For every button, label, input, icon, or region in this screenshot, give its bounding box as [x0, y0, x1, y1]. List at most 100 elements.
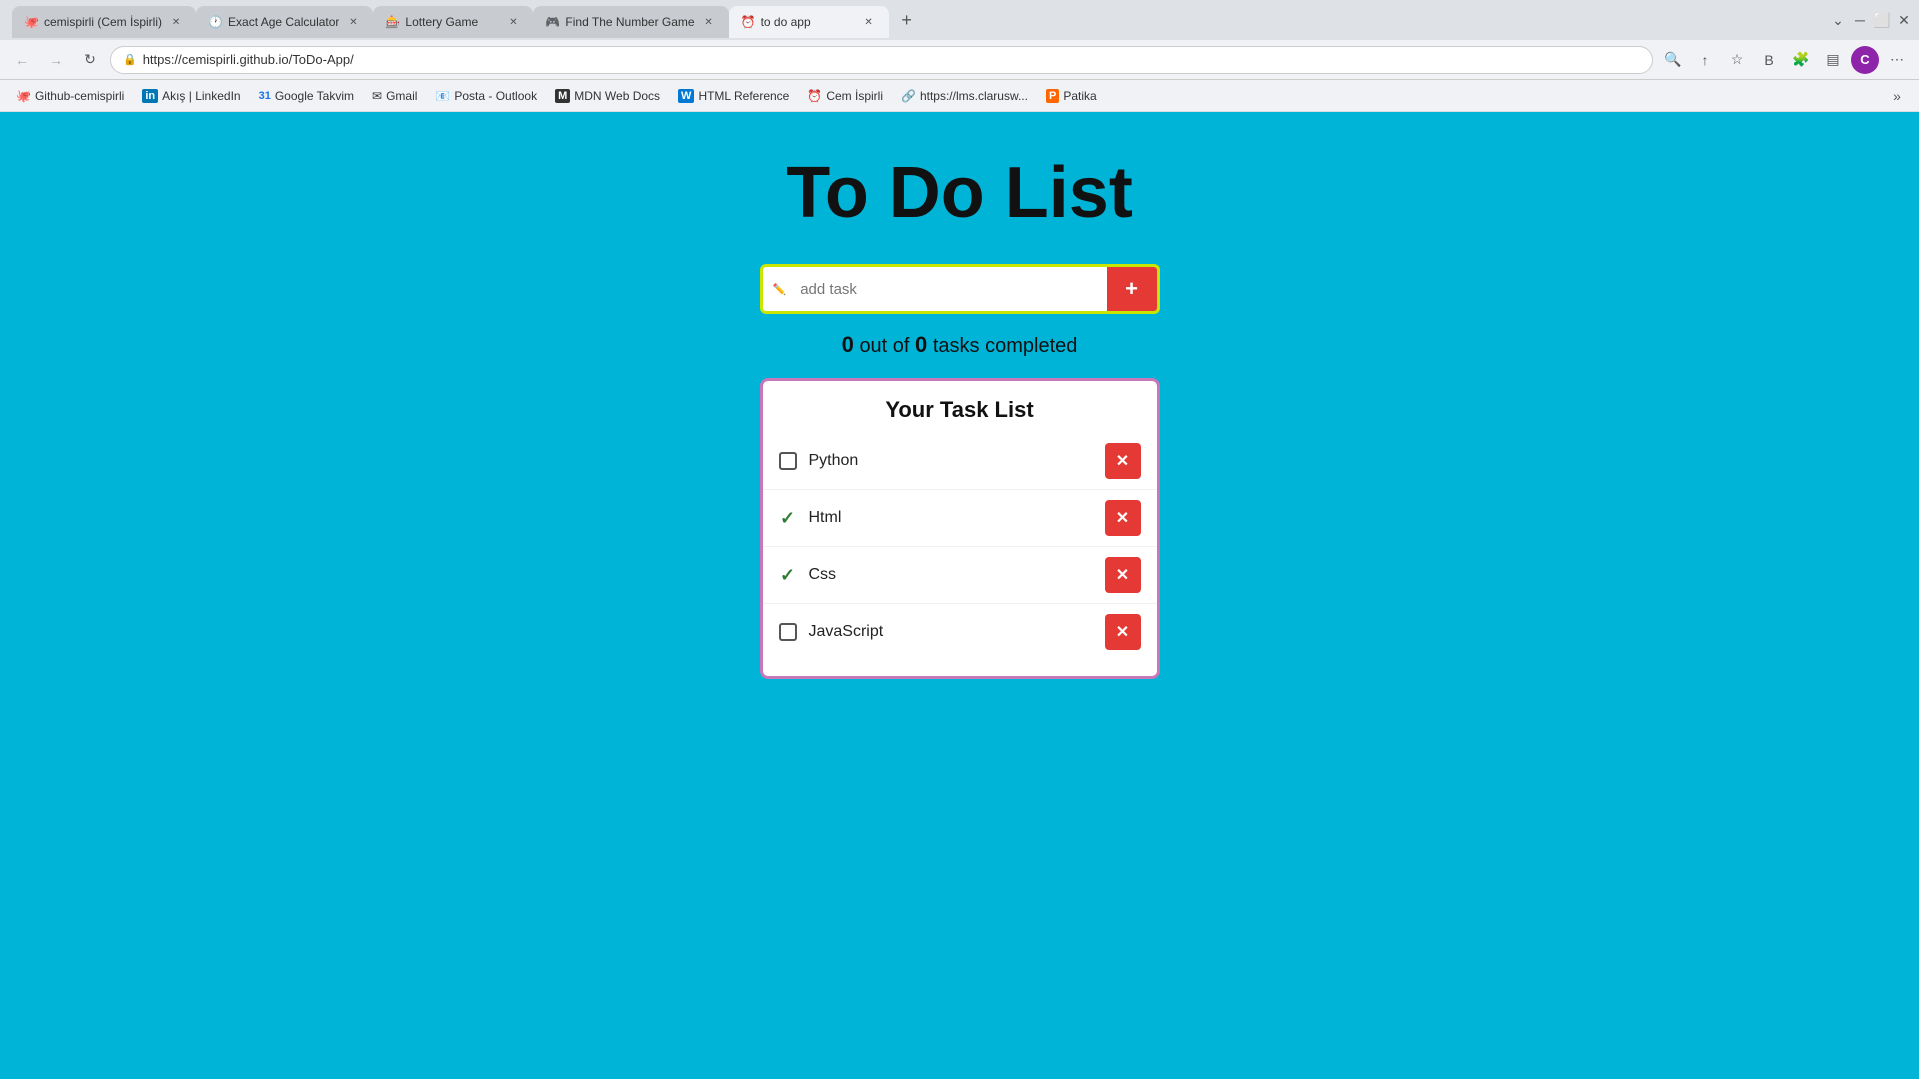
bookmark-favicon-outlook: 📧	[435, 89, 450, 103]
tasks-completed-label: tasks completed	[933, 335, 1078, 357]
maximize-button[interactable]: ⬜	[1875, 13, 1889, 27]
search-icon[interactable]: 🔍	[1659, 46, 1687, 74]
task-input[interactable]	[788, 267, 1106, 311]
extension-icon-bing[interactable]: B	[1755, 46, 1783, 74]
bookmark-favicon-github: 🐙	[16, 89, 31, 103]
menu-icon[interactable]: ⋯	[1883, 46, 1911, 74]
bookmark-favicon-linkedin: in	[142, 89, 158, 103]
tab-github[interactable]: 🐙 cemispirli (Cem İspirli) ✕	[12, 6, 196, 38]
tab-title-lottery: Lottery Game	[405, 15, 499, 29]
task-checkbox-css[interactable]: ✓	[779, 566, 797, 584]
tab-age[interactable]: 🕐 Exact Age Calculator ✕	[196, 6, 373, 38]
bookmark-linkedin[interactable]: in Akış | LinkedIn	[134, 86, 248, 106]
app-title: To Do List	[786, 152, 1133, 234]
tab-overflow: ⌄	[1831, 13, 1845, 27]
delete-button-html[interactable]: ✕	[1105, 500, 1141, 536]
lock-icon: 🔒	[123, 53, 137, 66]
tabs-bar: 🐙 cemispirli (Cem İspirli) ✕ 🕐 Exact Age…	[8, 2, 1831, 38]
bookmark-favicon-clarusw: 🔗	[901, 89, 916, 103]
bookmark-favicon-gmail: ✉	[372, 89, 382, 103]
task-item-python: Python ✕	[763, 433, 1157, 490]
toolbar-icons: 🔍 ↑ ☆ B 🧩 ▤ C ⋯	[1659, 46, 1911, 74]
pencil-icon: ✏️	[763, 283, 787, 296]
task-label-html: Html	[809, 509, 1093, 527]
tab-todo[interactable]: ⏰ to do app ✕	[729, 6, 889, 38]
task-input-row: ✏️ +	[760, 264, 1160, 314]
tab-lottery[interactable]: 🎰 Lottery Game ✕	[373, 6, 533, 38]
bookmarks-more-button[interactable]: »	[1883, 82, 1911, 110]
bookmark-favicon-html-ref: W	[678, 89, 694, 103]
bookmark-label-cem: Cem İspirli	[826, 89, 883, 103]
extension-icon-puzzle[interactable]: 🧩	[1787, 46, 1815, 74]
tab-favicon-github: 🐙	[24, 15, 38, 29]
task-checkbox-python[interactable]	[779, 452, 797, 470]
reload-button[interactable]: ↻	[76, 46, 104, 74]
checkmark-html: ✓	[780, 508, 795, 529]
address-bar[interactable]: 🔒 https://cemispirli.github.io/ToDo-App/	[110, 46, 1653, 74]
new-tab-button[interactable]: +	[893, 6, 921, 34]
tab-close-number[interactable]: ✕	[701, 14, 717, 30]
title-bar: 🐙 cemispirli (Cem İspirli) ✕ 🕐 Exact Age…	[0, 0, 1919, 40]
bookmark-patika[interactable]: P Patika	[1038, 86, 1105, 106]
tab-title-github: cemispirli (Cem İspirli)	[44, 15, 162, 29]
tab-list-button[interactable]: ⌄	[1831, 13, 1845, 27]
bookmark-calendar[interactable]: 31 Google Takvim	[251, 86, 362, 106]
task-label-javascript: JavaScript	[809, 623, 1093, 641]
bookmark-label-outlook: Posta - Outlook	[454, 89, 537, 103]
completed-count: 0	[842, 332, 854, 357]
bookmarks-bar: 🐙 Github-cemispirli in Akış | LinkedIn 3…	[0, 80, 1919, 112]
bookmark-outlook[interactable]: 📧 Posta - Outlook	[427, 86, 545, 106]
bookmark-label-patika: Patika	[1063, 89, 1096, 103]
tab-title-todo: to do app	[761, 15, 855, 29]
window-controls: ─ ⬜ ✕	[1853, 13, 1911, 27]
tab-close-todo[interactable]: ✕	[861, 14, 877, 30]
bookmark-label-clarusw: https://lms.clarusw...	[920, 89, 1028, 103]
bookmark-github[interactable]: 🐙 Github-cemispirli	[8, 86, 132, 106]
task-checkbox-html[interactable]: ✓	[779, 509, 797, 527]
bookmark-mdn[interactable]: M MDN Web Docs	[547, 86, 668, 106]
task-item-javascript: JavaScript ✕	[763, 604, 1157, 660]
delete-button-python[interactable]: ✕	[1105, 443, 1141, 479]
task-list-container: Your Task List Python ✕ ✓ Html ✕ ✓ Css ✕…	[760, 378, 1160, 679]
close-window-button[interactable]: ✕	[1897, 13, 1911, 27]
checkmark-css: ✓	[780, 565, 795, 586]
bookmark-label-github: Github-cemispirli	[35, 89, 124, 103]
add-task-button[interactable]: +	[1107, 267, 1157, 311]
forward-button[interactable]: →	[42, 46, 70, 74]
bookmark-html-ref[interactable]: W HTML Reference	[670, 86, 797, 106]
tab-title-number: Find The Number Game	[565, 15, 694, 29]
task-list-title: Your Task List	[763, 397, 1157, 423]
bookmark-label-gmail: Gmail	[386, 89, 417, 103]
sidebar-icon[interactable]: ▤	[1819, 46, 1847, 74]
delete-button-css[interactable]: ✕	[1105, 557, 1141, 593]
bookmark-cem[interactable]: ⏰ Cem İspirli	[799, 86, 891, 106]
address-bar-row: ← → ↻ 🔒 https://cemispirli.github.io/ToD…	[0, 40, 1919, 80]
bookmark-gmail[interactable]: ✉ Gmail	[364, 86, 425, 106]
task-label-css: Css	[809, 566, 1093, 584]
minimize-button[interactable]: ─	[1853, 13, 1867, 27]
bookmark-icon[interactable]: ☆	[1723, 46, 1751, 74]
bookmark-clarusw[interactable]: 🔗 https://lms.clarusw...	[893, 86, 1036, 106]
address-text: https://cemispirli.github.io/ToDo-App/	[143, 52, 354, 67]
tab-favicon-lottery: 🎰	[385, 15, 399, 29]
delete-button-javascript[interactable]: ✕	[1105, 614, 1141, 650]
bookmark-favicon-mdn: M	[555, 89, 570, 103]
tab-favicon-age: 🕐	[208, 15, 222, 29]
browser-chrome: 🐙 cemispirli (Cem İspirli) ✕ 🕐 Exact Age…	[0, 0, 1919, 112]
profile-avatar[interactable]: C	[1851, 46, 1879, 74]
total-count: 0	[915, 332, 927, 357]
share-icon[interactable]: ↑	[1691, 46, 1719, 74]
task-checkbox-javascript[interactable]	[779, 623, 797, 641]
bookmark-favicon-cem: ⏰	[807, 89, 822, 103]
tab-close-age[interactable]: ✕	[345, 14, 361, 30]
bookmark-favicon-patika: P	[1046, 89, 1059, 103]
tab-close-lottery[interactable]: ✕	[505, 14, 521, 30]
tab-title-age: Exact Age Calculator	[228, 15, 339, 29]
tab-favicon-number: 🎮	[545, 15, 559, 29]
tab-close-github[interactable]: ✕	[168, 14, 184, 30]
tab-number[interactable]: 🎮 Find The Number Game ✕	[533, 6, 728, 38]
tab-favicon-todo: ⏰	[741, 15, 755, 29]
back-button[interactable]: ←	[8, 46, 36, 74]
bookmark-label-linkedin: Akış | LinkedIn	[162, 89, 241, 103]
task-item-html: ✓ Html ✕	[763, 490, 1157, 547]
